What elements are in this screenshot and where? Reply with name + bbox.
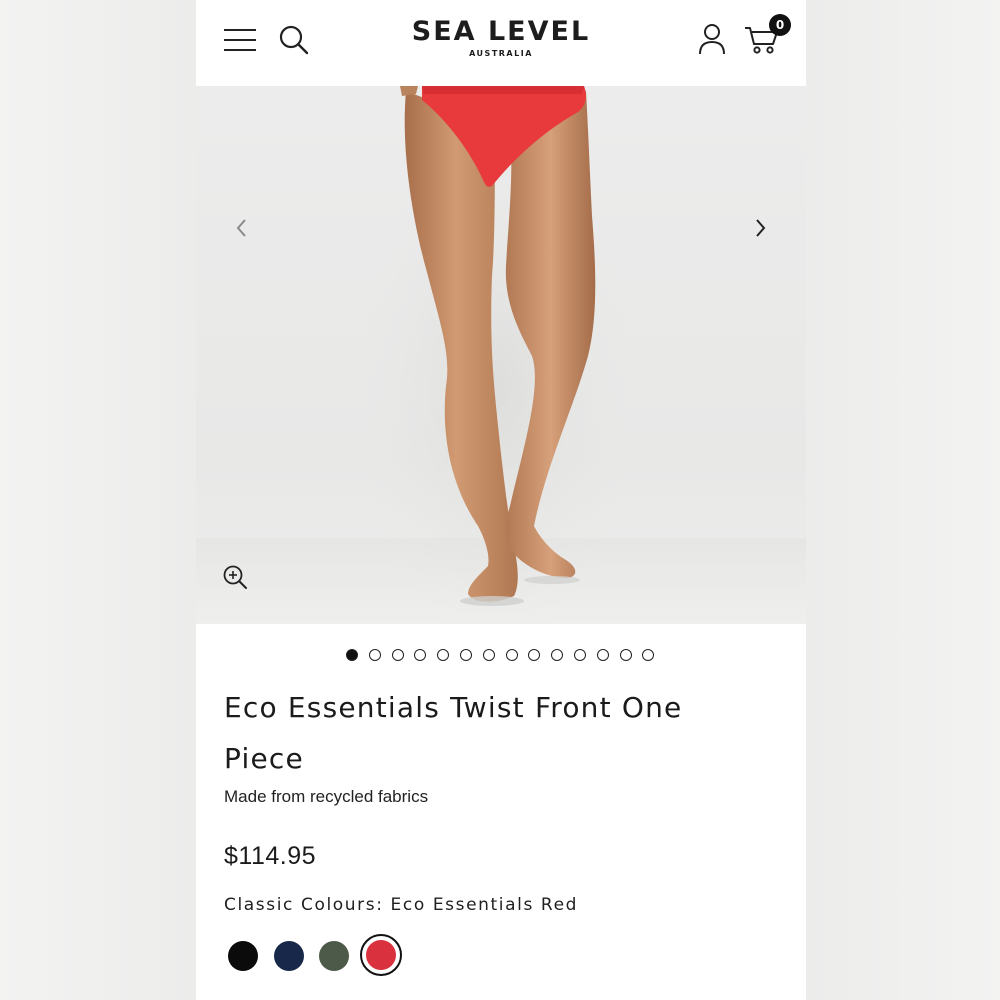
product-photo: [356, 86, 636, 624]
product-price: $114.95: [224, 842, 317, 870]
gallery-dot[interactable]: [505, 649, 518, 661]
gallery-dot[interactable]: [574, 649, 586, 661]
search-icon[interactable]: [278, 24, 310, 56]
gallery-dot[interactable]: [551, 649, 564, 661]
product-gallery[interactable]: [196, 86, 806, 624]
gallery-dot[interactable]: [596, 649, 609, 661]
product-subtitle: Made from recycled fabrics: [224, 787, 429, 806]
gallery-dot[interactable]: [368, 649, 381, 661]
gallery-dot[interactable]: [482, 649, 495, 661]
colour-swatch[interactable]: [273, 941, 304, 971]
site-header: SEA LEVEL AUSTRALIA 0: [196, 0, 806, 86]
brand-name: SEA LEVEL: [411, 16, 591, 47]
gallery-dot[interactable]: [528, 649, 541, 661]
account-icon[interactable]: [696, 22, 728, 56]
zoom-in-icon[interactable]: [222, 564, 248, 590]
gallery-dot[interactable]: [460, 649, 472, 661]
gallery-dot[interactable]: [437, 649, 450, 661]
brand-tagline: AUSTRALIA: [469, 49, 533, 58]
gallery-dot[interactable]: [346, 649, 358, 661]
product-page: SEA LEVEL AUSTRALIA 0 Eco Essentials Twi…: [196, 0, 806, 1000]
gallery-dot[interactable]: [414, 649, 427, 661]
chevron-right-icon[interactable]: [748, 216, 772, 240]
gallery-dot[interactable]: [642, 649, 655, 661]
colour-swatch[interactable]: [228, 941, 258, 971]
backdrop-left: [0, 0, 196, 1000]
cart-count-badge: 0: [769, 14, 791, 36]
product-title: Eco Essentials Twist Front One Piece: [224, 691, 683, 775]
gallery-pagination: [346, 648, 656, 662]
menu-icon[interactable]: [223, 26, 257, 54]
selected-colour-label: Classic Colours: Eco Essentials Red: [224, 895, 579, 915]
gallery-dot[interactable]: [391, 649, 404, 661]
backdrop-right: [806, 0, 1000, 1000]
colour-swatch[interactable]: [319, 941, 349, 971]
brand-logo[interactable]: SEA LEVEL AUSTRALIA: [396, 16, 606, 60]
colour-swatch[interactable]: [366, 940, 396, 970]
chevron-left-icon[interactable]: [230, 216, 254, 240]
gallery-dot[interactable]: [619, 649, 632, 661]
